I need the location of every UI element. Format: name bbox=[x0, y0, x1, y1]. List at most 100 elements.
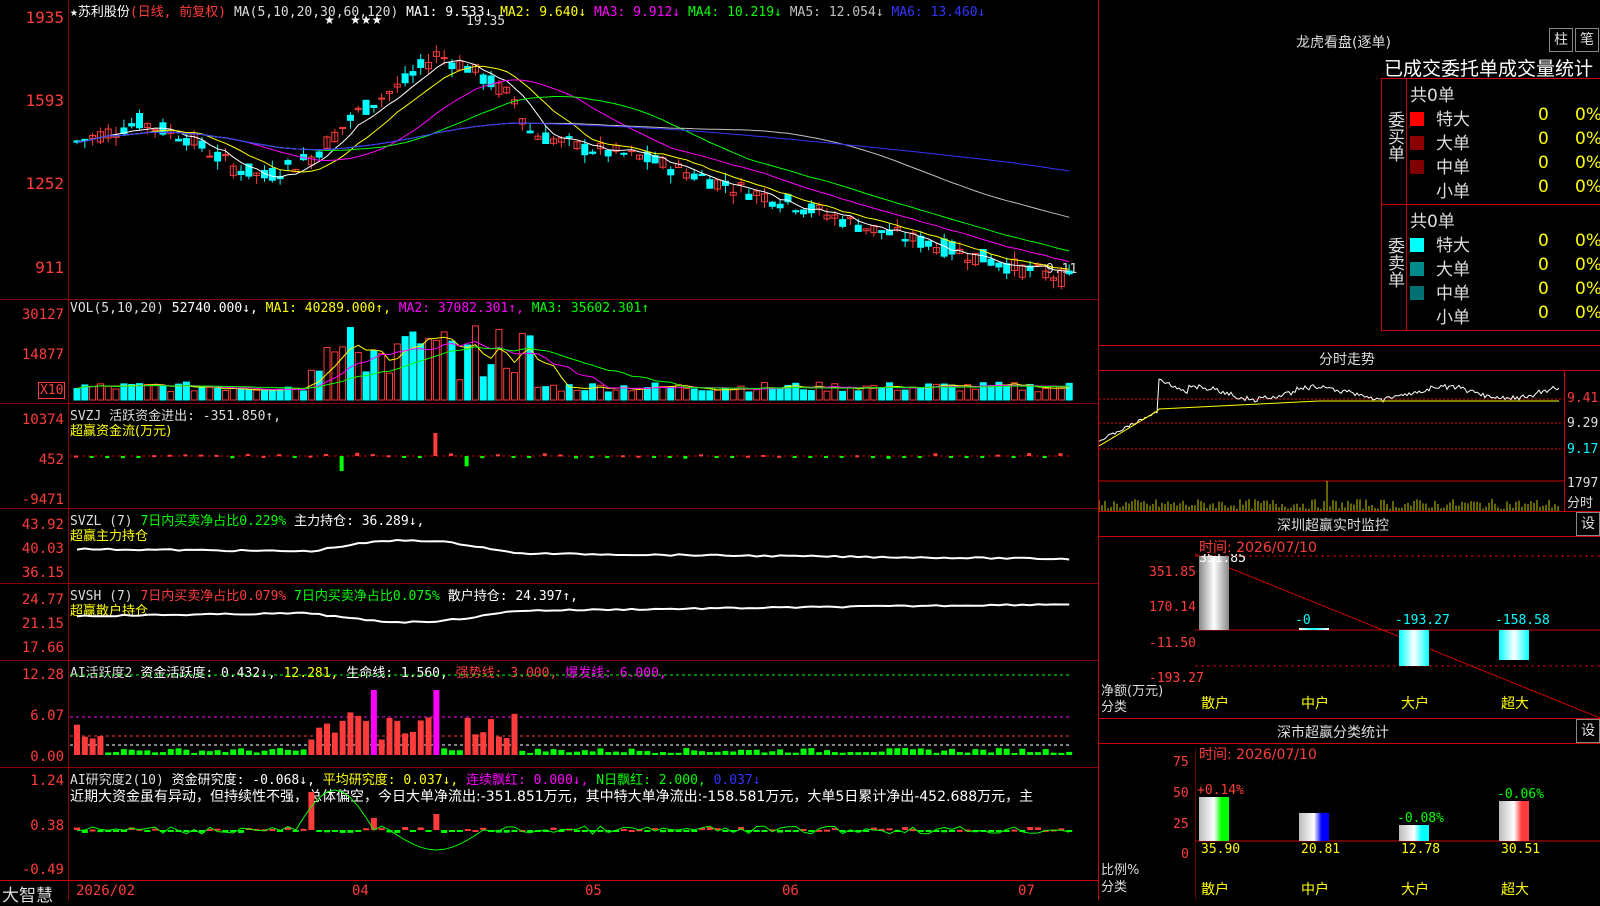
svzj-bar bbox=[949, 456, 953, 458]
ai-research-bar bbox=[378, 828, 385, 831]
svzj-panel[interactable]: SVZJ 活跃资金进出: -351.850↑, 超赢资金流(万元) 10374 … bbox=[0, 404, 1098, 509]
candlestick-chart[interactable] bbox=[70, 18, 1098, 298]
svzj-bars bbox=[70, 432, 1070, 472]
svzj-bar bbox=[527, 456, 532, 458]
ai-active-bar bbox=[933, 752, 940, 755]
buy-row: 中单 0 0% bbox=[1410, 153, 1600, 178]
svzj-bar bbox=[370, 454, 375, 457]
volume-bar bbox=[479, 376, 487, 401]
volume-bar bbox=[768, 387, 776, 401]
ai-active-bar bbox=[816, 752, 823, 755]
svzj-bar bbox=[167, 454, 172, 457]
volume-bar bbox=[714, 389, 722, 401]
cls-cat-2: 大户 bbox=[1401, 881, 1429, 898]
mon-bar-1 bbox=[1299, 628, 1329, 630]
bar-mode-button[interactable]: 柱 bbox=[1549, 28, 1573, 52]
sz-classify-settings-button[interactable]: 设 bbox=[1576, 719, 1600, 743]
volume-bar bbox=[378, 352, 386, 401]
ai-active-bar bbox=[925, 749, 932, 755]
ai-research-bar bbox=[988, 830, 995, 832]
ai-active-bar bbox=[394, 720, 401, 755]
ai-research-bar bbox=[324, 830, 330, 833]
svzj-bar bbox=[995, 454, 1000, 457]
buy-row: 特大 0 0% bbox=[1410, 105, 1600, 130]
ai-active-bar bbox=[1034, 752, 1041, 755]
candle-body bbox=[800, 209, 808, 215]
intraday-chart[interactable] bbox=[1099, 371, 1564, 511]
ai-active-bar bbox=[511, 713, 518, 755]
svsh-panel[interactable]: SVSH (7) 7日内买卖净占比0.079% 7日内买卖净占比0.075% 散… bbox=[0, 584, 1098, 661]
ai-active-bar bbox=[464, 717, 471, 755]
svzj-bar bbox=[886, 456, 891, 459]
chart-area[interactable]: ★苏利股份(日线, 前复权) MA(5,10,20,30,60,120) MA1… bbox=[0, 0, 1099, 906]
row-label: 大单 bbox=[1436, 260, 1470, 280]
volume-bar bbox=[167, 391, 175, 401]
ai-research-bar bbox=[667, 830, 674, 832]
svzj-bar bbox=[558, 454, 563, 457]
sz-classify-chart: +0.14% 35.90 散户 20.81 中户 -0.08% 12.78 大户 -0.06% 3… bbox=[1195, 749, 1600, 900]
volume-bar bbox=[557, 390, 565, 401]
sz-mon-tick-3: -11.50 bbox=[1149, 636, 1196, 651]
price-tick-1: 1935 bbox=[25, 8, 64, 27]
x-label-3: 05 bbox=[585, 883, 602, 899]
color-swatch bbox=[1410, 262, 1424, 276]
volume-bar bbox=[550, 384, 558, 401]
volume-bar bbox=[682, 387, 690, 401]
ai-active-bar bbox=[191, 752, 198, 755]
svzj-bar bbox=[230, 456, 235, 459]
pen-mode-button[interactable]: 笔 bbox=[1575, 28, 1599, 52]
svsh-tick-2: 21.15 bbox=[21, 616, 64, 632]
sz-monitor-panel[interactable]: 深圳超赢实时监控 设 时间: 2026/07/10 351.85 170.14 … bbox=[1099, 512, 1600, 719]
volume-bar bbox=[151, 384, 159, 401]
longhu-title: 龙虎看盘(逐单) bbox=[1296, 35, 1391, 51]
volume-bar bbox=[690, 388, 698, 401]
candle-body bbox=[768, 201, 776, 207]
ai-active-bar bbox=[589, 751, 596, 755]
ai-active-bar bbox=[652, 752, 659, 755]
ai-research-bar bbox=[1027, 827, 1034, 830]
price-panel[interactable]: ★苏利股份(日线, 前复权) MA(5,10,20,30,60,120) MA1… bbox=[0, 0, 1098, 300]
ai-active-bar bbox=[995, 748, 1002, 755]
candle-body bbox=[136, 113, 143, 129]
svzj-bar bbox=[636, 455, 641, 458]
sz-mon-tick-2: 170.14 bbox=[1149, 600, 1196, 615]
candle-body bbox=[409, 71, 417, 76]
ai-research-bar bbox=[97, 830, 104, 833]
ai-active-bar bbox=[855, 752, 862, 755]
ai-active-bar bbox=[808, 748, 815, 755]
ai-active-bar bbox=[745, 749, 752, 755]
sz-classify-panel[interactable]: 深市超赢分类统计 设 时间: 2026/07/10 75 50 25 0 比例%… bbox=[1099, 719, 1600, 900]
candle-body bbox=[604, 150, 612, 157]
ai-research-panel[interactable]: AI研究度2(10) 资金研究度: -0.068↓, 平均研究度: 0.037↓… bbox=[0, 768, 1098, 880]
ai-active-bar bbox=[425, 717, 432, 755]
sz-monitor-settings-button[interactable]: 设 bbox=[1576, 512, 1600, 536]
ai-active-bar bbox=[331, 732, 338, 755]
svzj-bar bbox=[902, 456, 907, 458]
candle-body bbox=[526, 130, 534, 134]
x-axis: 大智慧 2026/02 04 05 06 07 bbox=[0, 880, 1098, 906]
candle-body bbox=[581, 143, 589, 156]
volume-bar bbox=[573, 389, 581, 401]
volume-bar bbox=[518, 333, 526, 401]
ai-active-panel[interactable]: AI活跃度2 资金活跃度: 0.432↓, 12.281, 生命线: 1.560… bbox=[0, 661, 1098, 768]
candle-body bbox=[315, 151, 323, 158]
ai-active-bar bbox=[792, 752, 799, 755]
cls-value-0: 35.90 bbox=[1201, 842, 1240, 857]
candle-body bbox=[706, 179, 714, 189]
sell-row: 小单 0 0% bbox=[1410, 303, 1600, 328]
svzj-bar bbox=[277, 454, 282, 457]
row-count: 0 bbox=[1538, 153, 1549, 173]
longhu-panel[interactable]: 龙虎看盘(逐单) 柱 笔 已成交委托单成交量统计 委买单 共0单 特大 0 0% 大单… bbox=[1099, 0, 1600, 346]
volume-panel[interactable]: VOL(5,10,20) 52740.000↓, MA1: 40289.000↑… bbox=[0, 300, 1098, 404]
svzj-bar bbox=[683, 456, 688, 459]
svzj-bar bbox=[730, 456, 735, 458]
ai-active-bar bbox=[1066, 751, 1073, 755]
ai-active-bar bbox=[253, 752, 260, 755]
intraday-panel[interactable]: 分时走势 9.41 9.29 9.17 1797 分时 bbox=[1099, 346, 1600, 512]
intraday-tick-3: 9.17 bbox=[1567, 442, 1599, 457]
volume-bar bbox=[300, 390, 308, 401]
volume-bar bbox=[886, 382, 893, 401]
volume-bar bbox=[495, 328, 503, 401]
svzl-panel[interactable]: SVZL (7) 7日内买卖净占比0.229% 主力持仓: 36.289↓, 超… bbox=[0, 509, 1098, 584]
candle-body bbox=[690, 173, 698, 180]
